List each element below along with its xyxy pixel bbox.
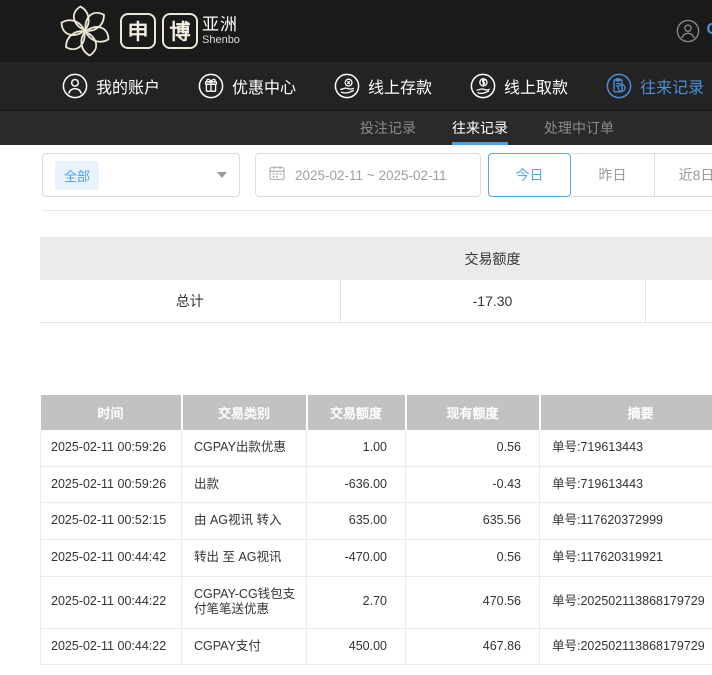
cell-memo: 单号:719613443	[540, 430, 712, 466]
nav-item-label: 往来记录	[640, 74, 704, 98]
records-table: 时间 交易类别 交易额度 现有额度 摘要 2025-02-11 00:59:26…	[40, 395, 712, 665]
summary-total-empty	[645, 280, 712, 323]
summary-header-amount: 交易额度	[340, 237, 645, 280]
cell-amount: 2.70	[307, 576, 406, 628]
nav-item-label: 线上存款	[368, 74, 432, 98]
cell-type: CGPAY出款优惠	[182, 430, 307, 466]
cell-memo: 单号:202502113868179729	[540, 576, 712, 628]
deposit-icon	[334, 73, 360, 99]
quick-date-buttons: 今日 昨日 近8日	[488, 153, 712, 197]
account-avatar-icon[interactable]	[676, 19, 700, 48]
cell-balance: -0.43	[406, 466, 540, 503]
tab-transaction-records[interactable]: 往来记录	[452, 111, 508, 145]
flower-logo-icon	[56, 2, 114, 60]
cell-memo: 单号:117620372999	[540, 503, 712, 540]
logo-latin: Shenbo	[202, 34, 240, 46]
nav-item-label: 线上取款	[504, 74, 568, 98]
logo-subtitle: 亚洲 Shenbo	[202, 16, 240, 47]
cell-amount: 635.00	[307, 503, 406, 540]
summary-total-label: 总计	[40, 280, 340, 323]
cell-amount: 1.00	[307, 430, 406, 466]
logo-char-bo: 博	[162, 13, 198, 49]
records-header-row: 时间 交易类别 交易额度 现有额度 摘要	[41, 395, 712, 430]
chevron-down-icon	[217, 172, 227, 178]
withdraw-icon	[470, 73, 496, 99]
nav-item-promotions[interactable]: 优惠中心	[198, 73, 296, 99]
cell-type: 转出 至 AG视讯	[182, 539, 307, 576]
date-range-value: 2025-02-11 ~ 2025-02-11	[295, 168, 447, 183]
col-header-time: 时间	[41, 395, 182, 430]
nav-item-label: 我的账户	[96, 74, 160, 98]
nav-item-my-account[interactable]: 我的账户	[62, 73, 160, 99]
top-bar: 申 博 亚洲 Shenbo C	[0, 0, 712, 62]
filter-divider	[42, 210, 712, 211]
table-row: 2025-02-11 00:52:15 由 AG视讯 转入 635.00 635…	[41, 503, 712, 540]
cell-balance: 467.86	[406, 628, 540, 665]
table-row: 2025-02-11 00:44:22 CGPAY-CG钱包支付笔笔送优惠 2.…	[41, 576, 712, 628]
yesterday-button[interactable]: 昨日	[571, 153, 655, 197]
cell-time: 2025-02-11 00:44:22	[41, 628, 182, 665]
brand-logo[interactable]: 申 博 亚洲 Shenbo	[56, 2, 240, 60]
summary-header-row: 交易额度	[40, 237, 712, 280]
table-row: 2025-02-11 00:44:22 CGPAY支付 450.00 467.8…	[41, 628, 712, 665]
summary-total-row: 总计 -17.30	[40, 280, 712, 323]
col-header-memo: 摘要	[540, 395, 712, 430]
today-button[interactable]: 今日	[488, 153, 571, 197]
calendar-icon	[268, 164, 286, 187]
last-8-days-button[interactable]: 近8日	[655, 153, 712, 197]
col-header-amount: 交易额度	[307, 395, 406, 430]
gift-icon	[198, 73, 224, 99]
records-icon	[606, 73, 632, 99]
sub-nav: 投注记录 往来记录 处理中订单	[0, 110, 712, 145]
tab-pending-orders[interactable]: 处理中订单	[544, 111, 614, 145]
username-partial[interactable]: C	[706, 21, 712, 39]
user-icon	[62, 73, 88, 99]
cell-amount: 450.00	[307, 628, 406, 665]
col-header-balance: 现有额度	[406, 395, 540, 430]
summary-total-value: -17.30	[340, 280, 645, 323]
nav-item-deposit[interactable]: 线上存款	[334, 73, 432, 99]
cell-balance: 470.56	[406, 576, 540, 628]
cell-time: 2025-02-11 00:44:22	[41, 576, 182, 628]
cell-time: 2025-02-11 00:52:15	[41, 503, 182, 540]
cell-memo: 单号:202502113868179729	[540, 628, 712, 665]
nav-item-transaction-records[interactable]: 往来记录	[606, 73, 704, 99]
summary-table: 交易额度 总计 -17.30	[40, 237, 712, 323]
col-header-type: 交易类别	[182, 395, 307, 430]
page: 申 博 亚洲 Shenbo C 我的	[0, 0, 712, 675]
logo-region: 亚洲	[202, 16, 240, 35]
cell-time: 2025-02-11 00:59:26	[41, 466, 182, 503]
cell-amount: -470.00	[307, 539, 406, 576]
cell-type: 出款	[182, 466, 307, 503]
date-range-input[interactable]: 2025-02-11 ~ 2025-02-11	[255, 153, 481, 197]
logo-char-shen: 申	[120, 13, 156, 49]
cell-type: 由 AG视讯 转入	[182, 503, 307, 540]
cell-memo: 单号:719613443	[540, 466, 712, 503]
cell-time: 2025-02-11 00:59:26	[41, 430, 182, 466]
cell-balance: 0.56	[406, 539, 540, 576]
table-row: 2025-02-11 00:44:42 转出 至 AG视讯 -470.00 0.…	[41, 539, 712, 576]
cell-time: 2025-02-11 00:44:42	[41, 539, 182, 576]
summary-header-empty	[645, 237, 712, 280]
nav-item-label: 优惠中心	[232, 74, 296, 98]
type-filter-select[interactable]: 全部	[42, 153, 240, 197]
cell-type: CGPAY支付	[182, 628, 307, 665]
cell-balance: 0.56	[406, 430, 540, 466]
cell-balance: 635.56	[406, 503, 540, 540]
selected-type-chip[interactable]: 全部	[55, 161, 99, 190]
cell-memo: 单号:117620319921	[540, 539, 712, 576]
cell-type: CGPAY-CG钱包支付笔笔送优惠	[182, 576, 307, 628]
cell-amount: -636.00	[307, 466, 406, 503]
table-row: 2025-02-11 00:59:26 出款 -636.00 -0.43 单号:…	[41, 466, 712, 503]
nav-item-withdraw[interactable]: 线上取款	[470, 73, 568, 99]
table-row: 2025-02-11 00:59:26 CGPAY出款优惠 1.00 0.56 …	[41, 430, 712, 466]
tab-betting-records[interactable]: 投注记录	[360, 111, 416, 145]
summary-header-empty	[40, 237, 340, 280]
main-nav: 我的账户 优惠中心	[0, 62, 712, 110]
